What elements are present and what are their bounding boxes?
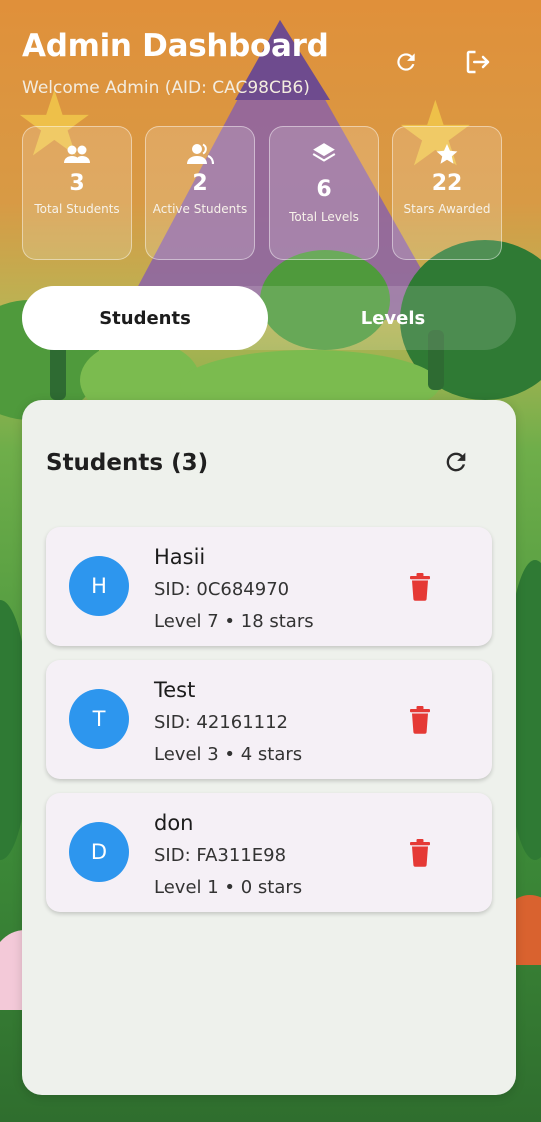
student-sid: SID: 42161112 bbox=[154, 712, 288, 733]
student-list: H Hasii SID: 0C684970 Level 7 • 18 stars… bbox=[46, 527, 492, 926]
logout-icon bbox=[466, 50, 490, 74]
avatar: D bbox=[69, 822, 129, 882]
stats-row: 3 Total Students 2 Active Students 6 Tot… bbox=[22, 126, 504, 260]
delete-student-button[interactable] bbox=[404, 836, 436, 870]
stat-value: 2 bbox=[192, 171, 208, 196]
student-sid: SID: FA311E98 bbox=[154, 845, 287, 866]
delete-student-button[interactable] bbox=[404, 703, 436, 737]
student-level-stars: Level 7 • 18 stars bbox=[154, 611, 314, 632]
stat-value: 3 bbox=[69, 171, 85, 196]
student-level-stars: Level 3 • 4 stars bbox=[154, 744, 303, 765]
avatar: T bbox=[69, 689, 129, 749]
student-level-stars: Level 1 • 0 stars bbox=[154, 877, 303, 898]
tab-levels[interactable]: Levels bbox=[270, 286, 516, 350]
refresh-button[interactable] bbox=[386, 42, 426, 82]
student-card[interactable]: H Hasii SID: 0C684970 Level 7 • 18 stars bbox=[46, 527, 492, 646]
refresh-icon bbox=[397, 53, 415, 71]
stat-value: 6 bbox=[316, 177, 332, 202]
layers-icon bbox=[311, 141, 337, 167]
app-header: Admin Dashboard Welcome Admin (AID: CAC9… bbox=[22, 28, 519, 108]
refresh-list-button[interactable] bbox=[440, 446, 472, 478]
trash-icon bbox=[410, 706, 430, 734]
users-icon bbox=[63, 141, 91, 167]
logout-button[interactable] bbox=[458, 42, 498, 82]
stat-card-active-students: 2 Active Students bbox=[145, 126, 255, 260]
stat-label: Total Students bbox=[34, 202, 120, 216]
student-name: Hasii bbox=[154, 545, 206, 569]
active-users-icon bbox=[186, 141, 214, 167]
student-sid: SID: 0C684970 bbox=[154, 579, 290, 600]
students-panel: Students (3) H Hasii SID: 0C684970 Level… bbox=[22, 400, 516, 1095]
refresh-icon bbox=[446, 452, 466, 472]
welcome-subtitle: Welcome Admin (AID: CAC98CB6) bbox=[22, 78, 310, 98]
stat-card-stars-awarded: 22 Stars Awarded bbox=[392, 126, 502, 260]
stat-label: Stars Awarded bbox=[403, 202, 491, 216]
stat-label: Active Students bbox=[152, 202, 248, 216]
student-card[interactable]: D don SID: FA311E98 Level 1 • 0 stars bbox=[46, 793, 492, 912]
trash-icon bbox=[410, 573, 430, 601]
avatar: H bbox=[69, 556, 129, 616]
page-title: Admin Dashboard bbox=[22, 28, 329, 64]
tab-students[interactable]: Students bbox=[22, 286, 268, 350]
tab-bar: Students Levels bbox=[22, 286, 516, 350]
stat-card-total-students: 3 Total Students bbox=[22, 126, 132, 260]
stat-label: Total Levels bbox=[289, 210, 359, 224]
delete-student-button[interactable] bbox=[404, 570, 436, 604]
panel-title: Students (3) bbox=[46, 450, 209, 476]
trash-icon bbox=[410, 839, 430, 867]
student-name: Test bbox=[154, 678, 196, 702]
student-card[interactable]: T Test SID: 42161112 Level 3 • 4 stars bbox=[46, 660, 492, 779]
stat-card-total-levels: 6 Total Levels bbox=[269, 126, 379, 260]
star-icon bbox=[435, 141, 459, 167]
student-name: don bbox=[154, 811, 194, 835]
stat-value: 22 bbox=[431, 171, 463, 196]
